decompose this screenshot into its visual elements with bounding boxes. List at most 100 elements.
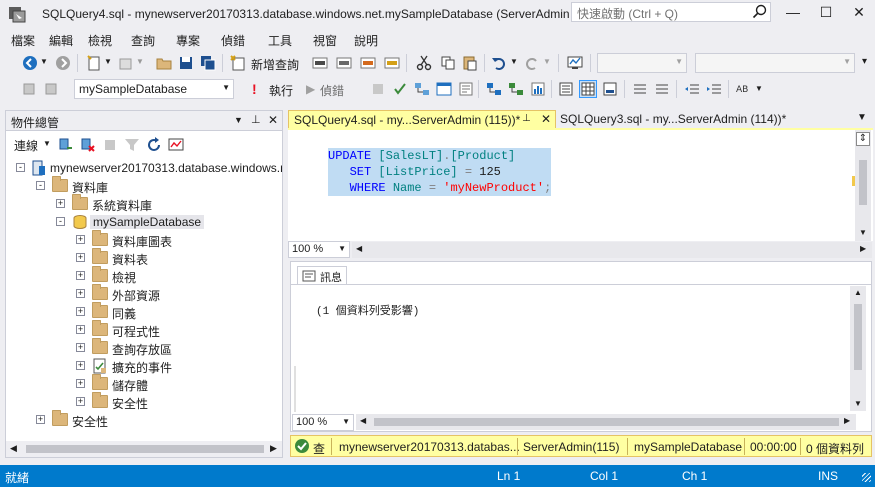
minimize-button[interactable]: — [776,0,810,26]
scroll-down-icon[interactable]: ▼ [854,399,862,408]
maximize-button[interactable]: ☐ [809,0,843,26]
panel-dropdown-icon[interactable]: ▼ [234,115,243,125]
open-folder-icon[interactable] [156,55,172,71]
tree-node-extended-events[interactable]: + 擴充的事件 [6,357,282,375]
scroll-right-icon[interactable]: ▶ [860,244,866,253]
expand-icon[interactable]: + [76,397,85,406]
undo-dropdown-icon[interactable]: ▼ [510,57,518,66]
menu-view[interactable]: 檢視 [88,32,112,49]
expand-icon[interactable]: + [56,199,65,208]
scroll-left-icon[interactable]: ◀ [356,244,362,253]
paste-icon[interactable] [462,55,478,71]
scrollbar-thumb[interactable] [26,445,264,453]
display-plan-icon[interactable] [414,81,430,97]
change-connection-icon[interactable] [22,81,38,97]
tab-messages[interactable]: 訊息 [297,266,347,284]
cut-icon[interactable] [416,55,432,71]
split-icon[interactable]: ⇕ [856,132,870,146]
scroll-left-icon[interactable]: ◀ [10,443,17,454]
expand-icon[interactable]: + [76,307,85,316]
include-plan-icon[interactable] [486,81,502,97]
tree-node-system-databases[interactable]: + 系統資料庫 [6,194,282,213]
connect-dropdown-icon[interactable]: ▼ [43,139,51,148]
pin-tab-icon[interactable]: ⊥ [522,113,531,124]
expand-icon[interactable]: + [76,343,85,352]
close-tab-icon[interactable]: ✕ [541,112,551,126]
undo-icon[interactable] [491,55,507,71]
expand-icon[interactable]: + [76,289,85,298]
results-to-grid-icon[interactable] [579,80,597,98]
expand-icon[interactable]: + [76,271,85,280]
scroll-down-icon[interactable]: ▼ [859,228,867,237]
sql-editor[interactable]: UPDATE [SalesLT].[Product] SET [ListPric… [288,128,873,241]
increase-indent-icon[interactable] [706,81,722,97]
cancel-query-icon[interactable] [370,81,386,97]
tree-node-synonyms[interactable]: + 同義 [6,302,282,321]
close-button[interactable]: ✕ [842,0,875,26]
debug-icon[interactable]: ▶ [306,82,315,96]
close-panel-icon[interactable]: ✕ [268,113,278,127]
redo-icon[interactable] [524,55,540,71]
results-horizontal-scrollbar[interactable]: ◀ ▶ [356,414,856,430]
collapse-icon[interactable]: - [16,163,25,172]
disconnect-icon[interactable] [80,137,96,153]
pin-icon[interactable]: ⊥ [251,113,261,126]
scroll-left-icon[interactable]: ◀ [360,416,366,425]
refresh-icon[interactable] [146,137,162,153]
tab-sqlquery4[interactable]: SQLQuery4.sql - my...ServerAdmin (115))*… [288,110,556,130]
scroll-right-icon[interactable]: ▶ [270,443,277,454]
connect-button[interactable]: 連線 [14,137,38,154]
menu-tools[interactable]: 工具 [268,32,292,49]
query-designer-icon[interactable] [436,81,452,97]
tree-node-server[interactable]: - mynewserver20170313.database.windows.n [6,159,282,177]
collapse-icon[interactable]: - [36,181,45,190]
intellisense-icon[interactable] [458,81,474,97]
resize-grip-icon[interactable] [862,473,871,482]
tree-node-external-resources[interactable]: + 外部資源 [6,284,282,303]
decrease-indent-icon[interactable] [684,81,700,97]
dax-query-icon[interactable] [384,55,400,71]
menu-debug[interactable]: 偵錯 [221,32,245,49]
expand-icon[interactable]: + [76,253,85,262]
forward-icon[interactable] [55,55,71,71]
scrollbar-thumb[interactable] [854,304,862,370]
save-icon[interactable] [178,55,194,71]
menu-window[interactable]: 視窗 [313,32,337,49]
execute-button[interactable]: 執行 [269,82,293,99]
activity-monitor-icon[interactable] [567,55,583,71]
new-query-icon[interactable] [230,55,246,71]
uncomment-icon[interactable] [654,81,670,97]
editor-vertical-scrollbar[interactable]: ⇕ ▼ [855,130,871,241]
results-to-text-icon[interactable] [558,81,574,97]
menu-project[interactable]: 專案 [176,32,200,49]
collapse-icon[interactable]: - [56,217,65,226]
dmx-query-icon[interactable] [336,55,352,71]
tree-node-tables[interactable]: + 資料表 [6,248,282,267]
back-icon[interactable] [22,55,38,71]
mdx-query-icon[interactable] [312,55,328,71]
new-query-button[interactable]: 新增查詢 [251,56,299,73]
new-project-icon[interactable] [86,55,102,71]
tree-node-database-diagrams[interactable]: + 資料庫圖表 [6,230,282,249]
add-dropdown-icon[interactable]: ▼ [136,57,144,66]
editor-horizontal-scrollbar[interactable]: ◀ ▶ [352,242,872,258]
editor-zoom-dropdown[interactable]: 100 % ▼ [288,241,350,258]
search-icon[interactable] [752,4,768,20]
code-area[interactable]: UPDATE [SalesLT].[Product] SET [ListPric… [328,132,552,228]
scrollbar-thumb[interactable] [859,160,867,205]
toolbar-overflow-icon[interactable]: ▾ [862,56,867,67]
scroll-right-icon[interactable]: ▶ [844,416,850,425]
messages-text[interactable]: (1 個資料列受影響) [316,302,419,318]
xmla-query-icon[interactable] [360,55,376,71]
results-vertical-scrollbar[interactable]: ▲ ▼ [850,286,866,411]
live-stats-icon[interactable] [508,81,524,97]
connect-icon[interactable] [58,137,74,153]
database-dropdown[interactable]: mySampleDatabase ▼ [74,79,234,99]
debug-button[interactable]: 偵錯 [320,82,344,99]
redo-dropdown-icon[interactable]: ▼ [543,57,551,66]
back-dropdown-icon[interactable]: ▼ [40,57,48,66]
tab-sqlquery3[interactable]: SQLQuery3.sql - my...ServerAdmin (114))* [560,112,786,126]
tree-node-db-security[interactable]: + 安全性 [6,392,282,411]
menu-edit[interactable]: 編輯 [49,32,73,49]
save-all-icon[interactable] [200,55,216,71]
